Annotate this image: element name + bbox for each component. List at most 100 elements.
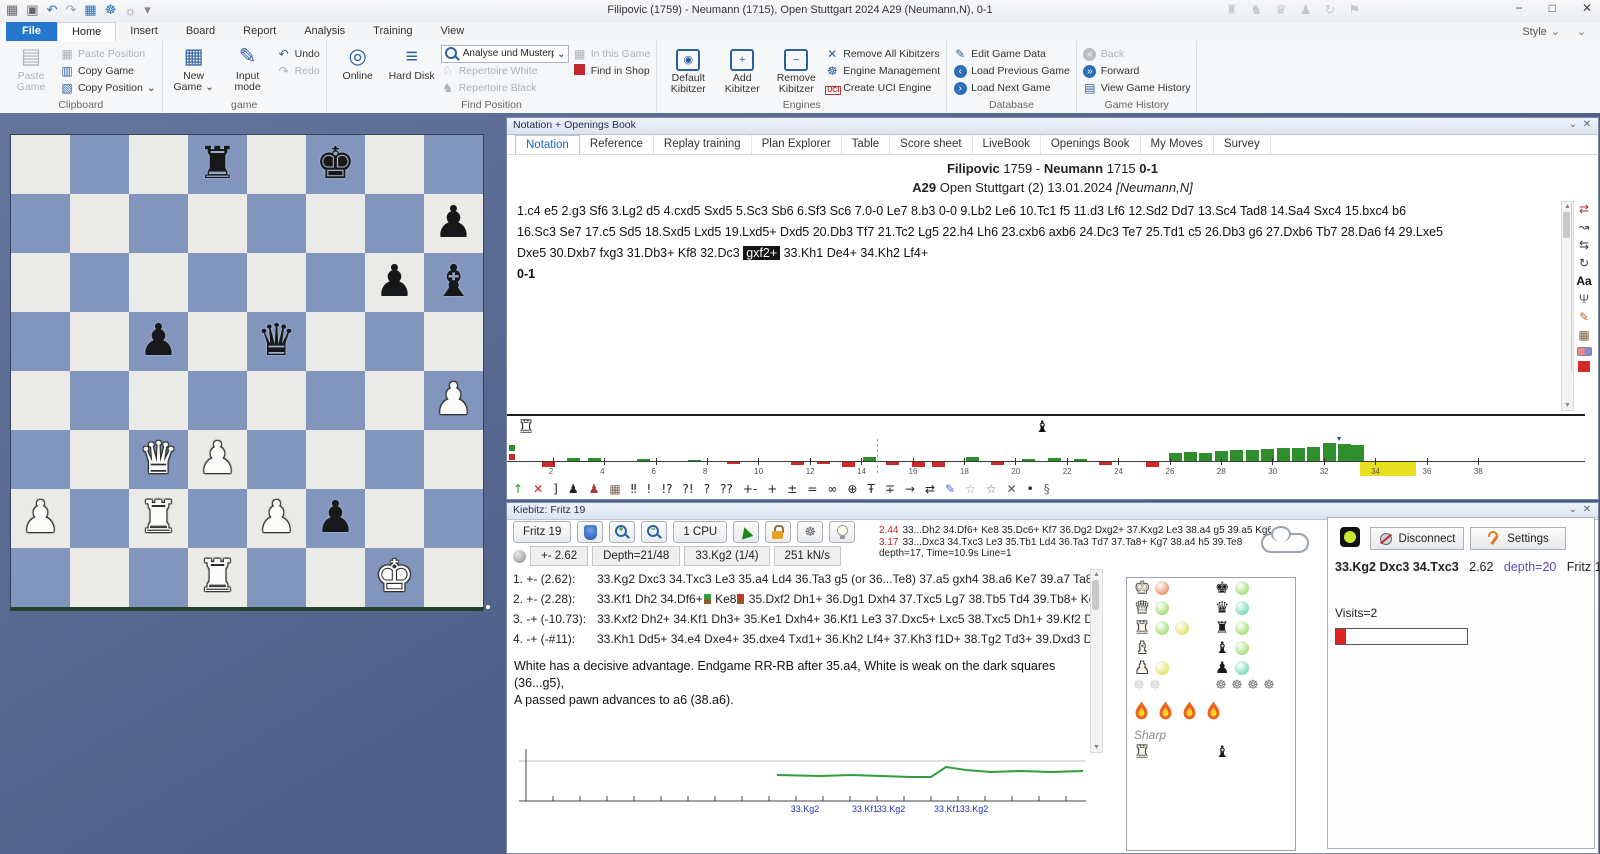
annotation-symbol[interactable]: ‼: [631, 480, 637, 498]
board-square[interactable]: [70, 194, 129, 253]
tab-reference[interactable]: Reference: [580, 135, 654, 154]
annotation-symbol[interactable]: ±: [787, 480, 797, 498]
repertoire-white-button[interactable]: ♘Repertoire White: [441, 62, 569, 79]
board-square[interactable]: [424, 312, 483, 371]
marker-pen-icon[interactable]: ✎: [1579, 311, 1589, 324]
panel-collapse-icon[interactable]: ⌄: [1566, 119, 1580, 134]
black-b-piece[interactable]: ♝: [424, 253, 483, 312]
lock-icon[interactable]: [765, 521, 791, 543]
board-square[interactable]: [306, 548, 365, 607]
annotation-symbol[interactable]: !: [647, 480, 652, 498]
edit-game-data-button[interactable]: ✎Edit Game Data: [953, 45, 1070, 62]
board-square[interactable]: [188, 312, 247, 371]
board-square[interactable]: [11, 312, 70, 371]
board-square[interactable]: [129, 194, 188, 253]
tree-icon[interactable]: Ψ: [1579, 293, 1589, 306]
board-square[interactable]: [11, 194, 70, 253]
board-square[interactable]: [129, 548, 188, 607]
online-button[interactable]: ◎ Online: [333, 43, 383, 82]
in-this-game-button[interactable]: ▦In this Game: [573, 45, 651, 62]
board-square[interactable]: [70, 430, 129, 489]
board-square[interactable]: [365, 194, 424, 253]
board-square[interactable]: [188, 194, 247, 253]
create-uci-engine-button[interactable]: UCICreate UCI Engine: [825, 79, 940, 96]
menu-tab-view[interactable]: View: [427, 22, 479, 41]
board-square[interactable]: [70, 135, 129, 194]
white-p-piece[interactable]: ♟: [247, 489, 306, 548]
annotation-symbol[interactable]: ✕: [1007, 480, 1017, 498]
board-square[interactable]: [188, 253, 247, 312]
white-p-piece[interactable]: ♟: [188, 430, 247, 489]
chess-board[interactable]: ♜♚♟♟♝♟♛♟♟♛♟♟♜♟♜♚: [10, 134, 484, 611]
tab-survey[interactable]: Survey: [1214, 135, 1271, 154]
board-square[interactable]: [70, 312, 129, 371]
remove-kibitzer-button[interactable]: − Remove Kibitzer: [771, 43, 821, 95]
board-square[interactable]: [129, 253, 188, 312]
default-kibitzer-button[interactable]: ◉ Default Kibitzer: [663, 43, 713, 95]
annotation-symbol[interactable]: •: [1027, 480, 1034, 498]
board-square[interactable]: [247, 371, 306, 430]
annotation-symbol[interactable]: ☆: [986, 480, 997, 498]
cpu-button[interactable]: 1 CPU: [673, 521, 727, 543]
board-square[interactable]: [424, 489, 483, 548]
eraser-icon[interactable]: [1577, 347, 1592, 356]
board-square[interactable]: [70, 253, 129, 312]
annotation-symbol[interactable]: ✕: [533, 480, 543, 498]
black-q-piece[interactable]: ♛: [247, 312, 306, 371]
input-mode-button[interactable]: ✎ Input mode: [223, 43, 273, 93]
board-square[interactable]: [247, 194, 306, 253]
add-kibitzer-button[interactable]: + Add Kibitzer: [717, 43, 767, 95]
tab-score-sheet[interactable]: Score sheet: [890, 135, 972, 154]
annotation-symbol[interactable]: +-: [743, 480, 757, 498]
move-list[interactable]: 1.c4 e5 2.g3 Sf6 3.Lg2 d5 4.cxd5 Sxd5 5.…: [517, 201, 1532, 285]
board-square[interactable]: [424, 548, 483, 607]
load-previous-game-button[interactable]: ‹Load Previous Game: [953, 62, 1070, 79]
board-square[interactable]: [306, 194, 365, 253]
panel-close-icon[interactable]: ✕: [1580, 119, 1594, 134]
engine-line[interactable]: 3. -+ (-10.73):33.Kxf2 Dh2+ 34.Kf1 Dh3+ …: [513, 609, 1090, 629]
load-next-game-button[interactable]: ›Load Next Game: [953, 79, 1070, 96]
annotation-symbol[interactable]: !?: [661, 480, 672, 498]
colored-arrows-icon[interactable]: ⇄: [1579, 203, 1589, 216]
board-square[interactable]: [247, 430, 306, 489]
minimize-button[interactable]: −: [1516, 1, 1523, 15]
board-square[interactable]: [247, 548, 306, 607]
red-square-icon[interactable]: [1578, 361, 1590, 372]
board-square[interactable]: [306, 430, 365, 489]
gear-icon[interactable]: ☸: [797, 521, 823, 543]
annotation-symbol[interactable]: =: [807, 480, 817, 498]
board-square[interactable]: [306, 253, 365, 312]
menu-tab-report[interactable]: Report: [229, 22, 290, 41]
board-square[interactable]: [11, 135, 70, 194]
board-square[interactable]: [247, 135, 306, 194]
board-square[interactable]: [70, 548, 129, 607]
annotation-symbol[interactable]: ?: [704, 480, 710, 498]
board-square[interactable]: [188, 489, 247, 548]
zoom-out-icon[interactable]: −: [641, 521, 667, 543]
tab-notation[interactable]: Notation: [515, 135, 580, 154]
board-square[interactable]: [424, 430, 483, 489]
redo-button[interactable]: ↷Redo: [277, 62, 320, 79]
annotation-symbol[interactable]: +: [767, 480, 777, 498]
tab-plan-explorer[interactable]: Plan Explorer: [752, 135, 842, 154]
annotation-symbol[interactable]: ♟: [568, 480, 579, 498]
current-move[interactable]: gxf2+: [743, 246, 780, 260]
menu-tab-board[interactable]: Board: [172, 22, 229, 41]
menu-tab-insert[interactable]: Insert: [116, 22, 172, 41]
engine-management-button[interactable]: ☸Engine Management: [825, 62, 940, 79]
white-p-piece[interactable]: ♟: [424, 371, 483, 430]
current-move-box[interactable]: 33.Kg2 (1/4): [684, 546, 769, 566]
find-in-shop-button[interactable]: Find in Shop: [573, 62, 651, 79]
board-square[interactable]: [424, 135, 483, 194]
white-k-piece[interactable]: ♚: [365, 548, 424, 607]
maximize-button[interactable]: □: [1549, 1, 1556, 15]
board-square[interactable]: [129, 135, 188, 194]
copy-game-button[interactable]: ▥Copy Game: [60, 62, 156, 79]
black-p-piece[interactable]: ♟: [129, 312, 188, 371]
engine-name-button[interactable]: Fritz 19: [513, 521, 571, 543]
annotation-symbol[interactable]: ⇄: [925, 480, 935, 498]
white-r-piece[interactable]: ♜: [188, 548, 247, 607]
annotation-symbol[interactable]: →: [905, 480, 915, 498]
style-button[interactable]: Style⌄: [1522, 25, 1560, 38]
tab-my-moves[interactable]: My Moves: [1141, 135, 1214, 154]
